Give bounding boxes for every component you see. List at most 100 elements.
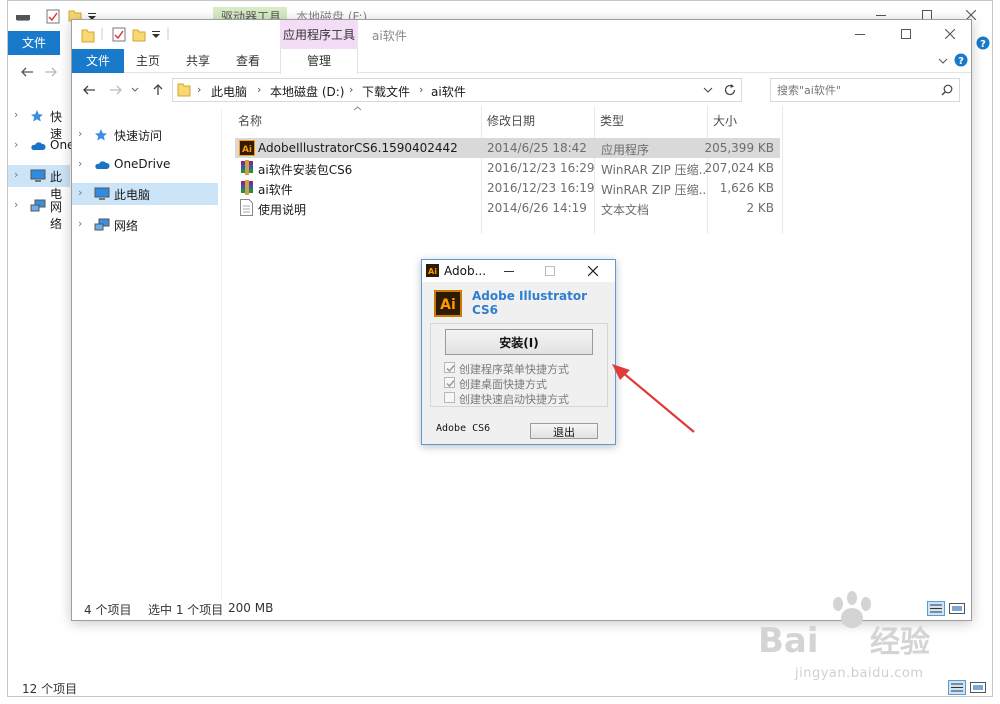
selection-size: 200 MB	[228, 601, 274, 615]
minimize-icon[interactable]	[504, 271, 514, 273]
front-title-bar[interactable]: | | 应用程序工具 ai软件	[72, 20, 971, 49]
maximize-icon	[545, 266, 555, 276]
nav-item-quick-access[interactable]: › 快速访问	[72, 124, 218, 146]
file-row[interactable]: 使用说明 2014/6/26 14:19 文本文档 2 KB	[235, 198, 780, 218]
chevron-right-icon[interactable]: ›	[197, 83, 201, 96]
checkbox[interactable]	[444, 362, 455, 373]
folder-icon	[177, 83, 191, 97]
breadcrumb-thispc[interactable]: 此电脑	[211, 83, 247, 100]
column-header-date[interactable]: 修改日期	[487, 112, 535, 129]
file-size: 2 KB	[746, 201, 774, 215]
dialog-title-bar[interactable]: Ai Adob...	[422, 260, 615, 282]
tab-manage[interactable]: 管理	[280, 49, 358, 74]
tab-share[interactable]: 共享	[178, 49, 218, 73]
folder-icon	[81, 29, 95, 43]
maximize-button[interactable]	[883, 20, 929, 50]
chevron-right-icon[interactable]: ›	[257, 83, 261, 96]
close-icon[interactable]	[588, 266, 598, 276]
help-icon[interactable]: ?	[976, 36, 990, 50]
winrar-icon	[241, 160, 253, 175]
recent-locations-icon[interactable]	[131, 87, 139, 93]
checkbox-program-menu-shortcut[interactable]: 创建程序菜单快捷方式	[444, 361, 614, 376]
chevron-right-icon[interactable]: ›	[419, 83, 423, 96]
tab-view[interactable]: 查看	[228, 49, 268, 73]
tab-home[interactable]: 主页	[128, 49, 168, 73]
column-header-type[interactable]: 类型	[600, 112, 624, 129]
back-nav-item-network[interactable]: › 网络	[8, 195, 70, 231]
search-icon[interactable]	[941, 84, 953, 96]
forward-arrow-icon[interactable]	[44, 67, 58, 77]
tab-file[interactable]: 文件	[72, 49, 124, 73]
up-arrow-icon[interactable]	[153, 83, 163, 96]
network-icon	[30, 199, 46, 212]
back-arrow-icon[interactable]	[82, 85, 96, 95]
checkbox-label: 创建程序菜单快捷方式	[459, 363, 569, 376]
nav-item-onedrive[interactable]: › OneDrive	[72, 154, 218, 176]
file-list: 名称 修改日期 类型 大小 Ai AdobeIllustratorCS6.159…	[232, 106, 952, 256]
chevron-right-icon[interactable]: ›	[78, 186, 82, 199]
checkbox-quick-launch-shortcut[interactable]: 创建快速启动快捷方式	[444, 391, 614, 406]
address-bar[interactable]: › 此电脑 › 本地磁盘 (D:) › 下载文件 › ai软件	[172, 78, 742, 102]
file-date: 2014/6/26 14:19	[487, 201, 587, 215]
checkbox-desktop-shortcut[interactable]: 创建桌面快捷方式	[444, 376, 614, 391]
customize-quick-access-icon[interactable]	[152, 31, 160, 39]
breadcrumb-current[interactable]: ai软件	[431, 83, 466, 100]
large-icons-view-icon[interactable]	[970, 680, 986, 695]
file-type: WinRAR ZIP 压缩...	[601, 183, 705, 197]
back-arrow-icon[interactable]	[20, 67, 34, 77]
properties-icon[interactable]	[112, 27, 126, 42]
computer-icon	[94, 187, 110, 200]
file-type: WinRAR ZIP 压缩...	[601, 163, 705, 177]
search-input[interactable]	[777, 81, 927, 99]
file-size: 207,024 KB	[704, 161, 774, 175]
sort-ascending-icon	[353, 106, 362, 111]
installer-dialog[interactable]: Ai Adob... Ai Adobe Illustrator CS6 安装(I…	[421, 259, 616, 445]
refresh-icon[interactable]	[723, 83, 737, 97]
help-icon[interactable]: ?	[954, 53, 968, 67]
svg-text:Ai: Ai	[440, 297, 456, 313]
checkbox[interactable]	[444, 392, 455, 403]
application-tools-tab[interactable]: 应用程序工具	[280, 20, 358, 49]
minimize-icon	[855, 34, 865, 35]
winrar-icon	[241, 180, 253, 195]
column-header-size[interactable]: 大小	[713, 112, 737, 129]
back-nav-item-thispc[interactable]: › 此电	[8, 165, 70, 201]
nav-item-network[interactable]: › 网络	[72, 214, 218, 236]
column-header-name[interactable]: 名称	[238, 112, 262, 129]
checkbox-label: 创建桌面快捷方式	[459, 378, 547, 391]
address-dropdown-icon[interactable]	[703, 87, 713, 93]
ribbon-tab-bar: 文件 主页 共享 查看 管理 ?	[72, 49, 971, 74]
chevron-right-icon[interactable]: ›	[349, 83, 353, 96]
properties-icon[interactable]	[46, 9, 60, 24]
close-button[interactable]	[927, 20, 973, 50]
computer-icon	[30, 169, 46, 182]
maximize-icon	[901, 29, 911, 39]
file-row[interactable]: ai软件安装包CS6 2016/12/23 16:29 WinRAR ZIP 压…	[235, 158, 780, 178]
svg-text:?: ?	[958, 56, 964, 67]
chevron-right-icon[interactable]: ›	[78, 157, 82, 170]
expand-ribbon-icon[interactable]	[938, 58, 948, 64]
checkbox[interactable]	[444, 377, 455, 388]
chevron-right-icon[interactable]: ›	[78, 217, 82, 230]
file-name: ai软件安装包CS6	[258, 163, 353, 177]
column-divider[interactable]	[782, 106, 783, 234]
file-row[interactable]: ai软件 2016/12/23 16:19 WinRAR ZIP 压缩... 1…	[235, 178, 780, 198]
front-window-title: ai软件	[372, 29, 407, 43]
breadcrumb-drive[interactable]: 本地磁盘 (D:)	[270, 83, 344, 100]
exit-button[interactable]: 退出	[530, 423, 598, 439]
breadcrumb-downloads[interactable]: 下载文件	[362, 83, 410, 100]
minimize-button[interactable]	[837, 20, 883, 50]
file-size: 1,626 KB	[719, 181, 774, 195]
install-button[interactable]: 安装(I)	[445, 329, 593, 355]
chevron-right-icon[interactable]: ›	[78, 127, 82, 140]
back-file-tab[interactable]: 文件	[8, 31, 60, 55]
new-folder-icon[interactable]	[132, 28, 146, 42]
file-row[interactable]: Ai AdobeIllustratorCS6.1590402442 2014/6…	[235, 138, 780, 158]
forward-arrow-icon[interactable]	[109, 85, 123, 95]
search-box[interactable]	[770, 78, 960, 102]
star-icon	[95, 129, 107, 141]
chevron-right-icon: ›	[14, 138, 19, 151]
back-nav-item-onedrive[interactable]: › One	[8, 135, 74, 157]
nav-item-this-pc[interactable]: › 此电脑	[72, 183, 218, 205]
back-nav-item-quick[interactable]: › 快速	[8, 105, 70, 141]
